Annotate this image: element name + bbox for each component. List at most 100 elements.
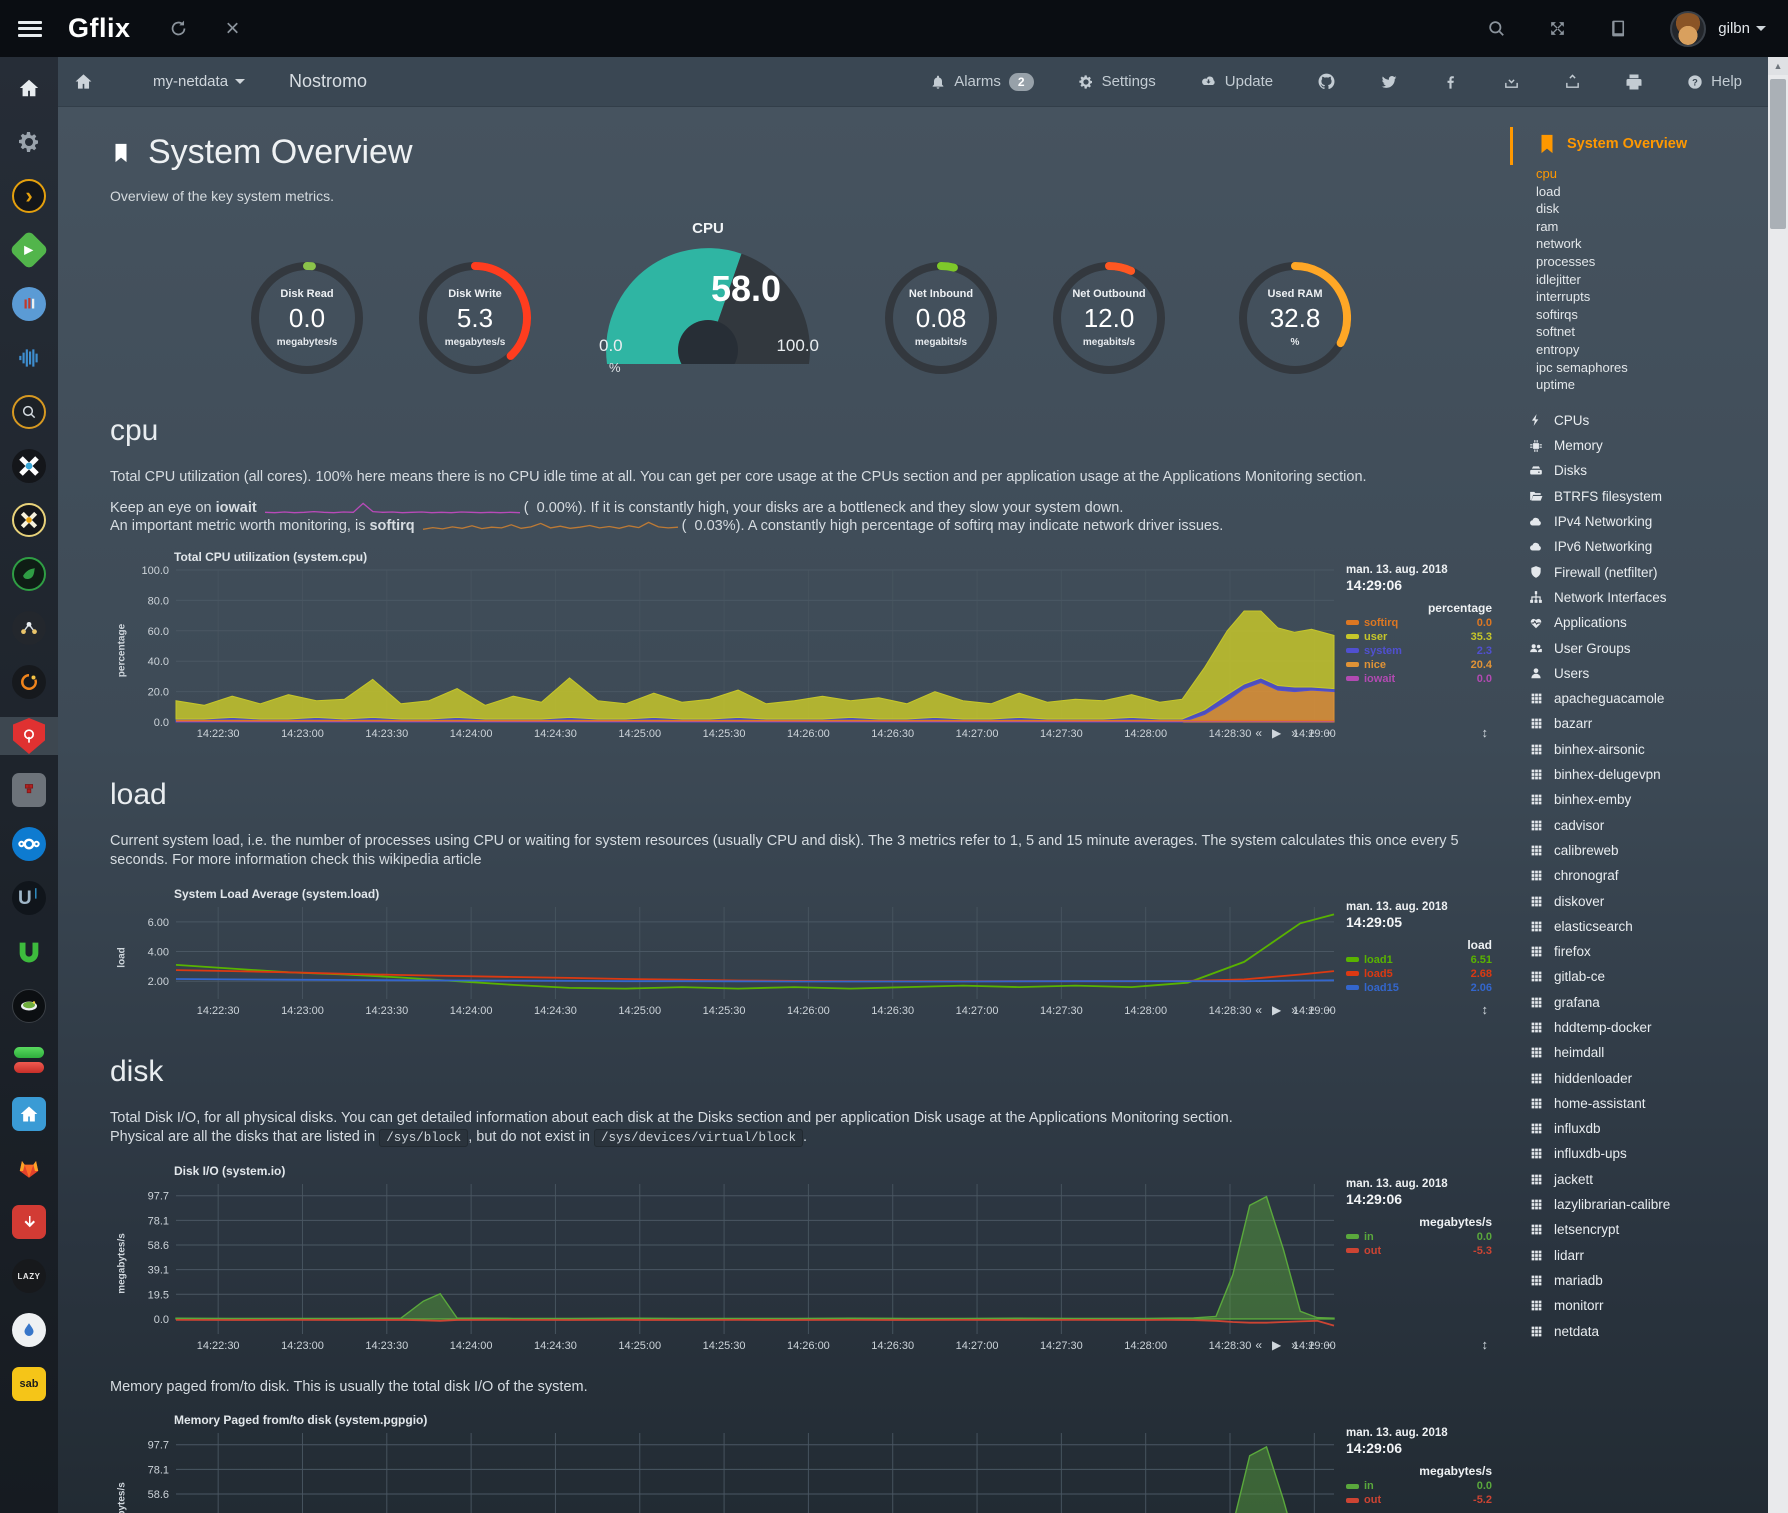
scrollbar[interactable]: ▲	[1768, 57, 1788, 1513]
toc-subitem-idlejitter[interactable]: idlejitter	[1536, 271, 1760, 289]
toc-subitem-processes[interactable]: processes	[1536, 253, 1760, 271]
user-menu[interactable]: gilbn	[1718, 20, 1766, 37]
toc-app-home-assistant[interactable]: home-assistant	[1528, 1091, 1760, 1116]
home-icon[interactable]	[74, 72, 93, 91]
legend-row-in[interactable]: in0.0	[1346, 1480, 1492, 1492]
legend-row-nice[interactable]: nice20.4	[1346, 659, 1492, 671]
net-inbound-gauge[interactable]: Net Inbound0.08megabits/s	[881, 258, 1001, 378]
toc-section-ipv4-networking[interactable]: IPv4 Networking	[1528, 509, 1760, 534]
legend-row-softirq[interactable]: softirq0.0	[1346, 617, 1492, 629]
disk-read-gauge[interactable]: Disk Read0.0megabytes/s	[247, 258, 367, 378]
chart-resize-handle[interactable]: ↕	[1482, 1002, 1489, 1017]
chart-plot-area[interactable]: 0.019.539.158.678.197.714:22:3014:23:001…	[128, 1427, 1340, 1513]
twitter-icon[interactable]	[1380, 73, 1398, 91]
refresh-icon[interactable]	[169, 19, 188, 38]
disk-write-gauge[interactable]: Disk Write5.3megabytes/s	[415, 258, 535, 378]
toc-app-grafana[interactable]: grafana	[1528, 990, 1760, 1015]
server-dropdown[interactable]: my-netdata	[153, 73, 245, 90]
legend-row-out[interactable]: out-5.3	[1346, 1245, 1492, 1257]
play-button[interactable]: ▶	[1272, 1338, 1281, 1352]
toc-section-cpus[interactable]: CPUs	[1528, 408, 1760, 433]
toc-app-monitorr[interactable]: monitorr	[1528, 1293, 1760, 1318]
upload-icon[interactable]	[1564, 73, 1581, 90]
toc-subitem-interrupts[interactable]: interrupts	[1536, 288, 1760, 306]
legend-row-system[interactable]: system2.3	[1346, 645, 1492, 657]
cpu-gauge[interactable]: CPU58.00.0%100.0	[593, 220, 823, 378]
leaf-icon[interactable]	[0, 555, 58, 593]
toc-subitem-ram[interactable]: ram	[1536, 218, 1760, 236]
toc-app-influxdb[interactable]: influxdb	[1528, 1116, 1760, 1141]
zoom-in-button[interactable]: +	[1308, 726, 1315, 740]
toc-app-letsencrypt[interactable]: letsencrypt	[1528, 1217, 1760, 1242]
toc-app-elasticsearch[interactable]: elasticsearch	[1528, 914, 1760, 939]
settings-icon[interactable]	[0, 123, 58, 161]
legend-row-load5[interactable]: load52.68	[1346, 968, 1492, 980]
zoom-in-button[interactable]: +	[1308, 1003, 1315, 1017]
green-u-icon[interactable]	[0, 933, 58, 971]
toc-app-binhex-airsonic[interactable]: binhex-airsonic	[1528, 737, 1760, 762]
toc-app-netdata[interactable]: netdata	[1528, 1318, 1760, 1343]
pan-right-button[interactable]: »	[1291, 1003, 1298, 1017]
pan-left-button[interactable]: «	[1255, 726, 1262, 740]
chart-plot-area[interactable]: 0.020.040.060.080.0100.014:22:3014:23:00…	[128, 564, 1340, 742]
toc-section-network-interfaces[interactable]: Network Interfaces	[1528, 585, 1760, 610]
toc-app-hddtemp-docker[interactable]: hddtemp-docker	[1528, 1015, 1760, 1040]
download-icon[interactable]	[1503, 73, 1520, 90]
play-button[interactable]: ▶	[1272, 726, 1281, 740]
zoom-in-button[interactable]: +	[1308, 1338, 1315, 1352]
pan-left-button[interactable]: «	[1255, 1338, 1262, 1352]
netdata-icon[interactable]	[0, 717, 58, 755]
pan-right-button[interactable]: »	[1291, 726, 1298, 740]
toc-app-firefox[interactable]: firefox	[1528, 939, 1760, 964]
toc-section-users[interactable]: Users	[1528, 661, 1760, 686]
toc-section-user-groups[interactable]: User Groups	[1528, 635, 1760, 660]
pan-left-button[interactable]: «	[1255, 1003, 1262, 1017]
toc-subitem-disk[interactable]: disk	[1536, 200, 1760, 218]
airsonic-icon[interactable]	[0, 339, 58, 377]
dish-icon[interactable]	[0, 987, 58, 1025]
toc-app-binhex-emby[interactable]: binhex-emby	[1528, 787, 1760, 812]
toc-section-disks[interactable]: Disks	[1528, 458, 1760, 483]
red-download-icon[interactable]	[0, 1203, 58, 1241]
print-icon[interactable]	[1625, 73, 1643, 91]
jackett-icon[interactable]	[0, 393, 58, 431]
toc-app-cadvisor[interactable]: cadvisor	[1528, 812, 1760, 837]
update-button[interactable]: Update	[1200, 73, 1273, 90]
github-icon[interactable]	[1317, 72, 1336, 91]
unifi-icon[interactable]: U❘	[0, 879, 58, 917]
zoom-out-button[interactable]: −	[1325, 1338, 1332, 1352]
alarms-button[interactable]: Alarms 2	[930, 73, 1033, 91]
hamburger-menu-icon[interactable]	[18, 21, 42, 37]
krusader-icon[interactable]	[0, 771, 58, 809]
toc-app-jackett[interactable]: jackett	[1528, 1167, 1760, 1192]
emby-icon[interactable]: ▶	[0, 231, 58, 269]
toc-section-firewall-netfilter-[interactable]: Firewall (netfilter)	[1528, 560, 1760, 585]
toc-subitem-load[interactable]: load	[1536, 183, 1760, 201]
toc-app-binhex-delugevpn[interactable]: binhex-delugevpn	[1528, 762, 1760, 787]
calibre-icon[interactable]	[0, 285, 58, 323]
facebook-icon[interactable]	[1442, 73, 1459, 90]
toc-app-heimdall[interactable]: heimdall	[1528, 1040, 1760, 1065]
toc-app-chronograf[interactable]: chronograf	[1528, 863, 1760, 888]
legend-row-out[interactable]: out-5.2	[1346, 1494, 1492, 1506]
close-icon[interactable]: ×	[226, 17, 240, 41]
toc-subitem-network[interactable]: network	[1536, 235, 1760, 253]
help-button[interactable]: ? Help	[1687, 73, 1742, 90]
search-icon[interactable]	[1487, 19, 1506, 38]
used-ram-gauge[interactable]: Used RAM32.8%	[1235, 258, 1355, 378]
toc-app-bazarr[interactable]: bazarr	[1528, 711, 1760, 736]
scrollbar-up-arrow[interactable]: ▲	[1768, 57, 1788, 75]
chart-plot-area[interactable]: 2.004.006.0014:22:3014:23:0014:23:3014:2…	[128, 901, 1340, 1019]
toc-subitem-softirqs[interactable]: softirqs	[1536, 306, 1760, 324]
nextcloud-icon[interactable]	[0, 825, 58, 863]
toc-section-memory[interactable]: Memory	[1528, 433, 1760, 458]
cross-yellow-icon[interactable]	[0, 501, 58, 539]
avatar[interactable]	[1670, 11, 1706, 47]
cross-white-icon[interactable]	[0, 447, 58, 485]
legend-row-iowait[interactable]: iowait0.0	[1346, 673, 1492, 685]
toc-section-btrfs-filesystem[interactable]: BTRFS filesystem	[1528, 484, 1760, 509]
toc-subitem-cpu[interactable]: cpu	[1536, 165, 1760, 183]
toc-subitem-uptime[interactable]: uptime	[1536, 376, 1760, 394]
zoom-out-button[interactable]: −	[1325, 1003, 1332, 1017]
legend-row-load1[interactable]: load16.51	[1346, 954, 1492, 966]
